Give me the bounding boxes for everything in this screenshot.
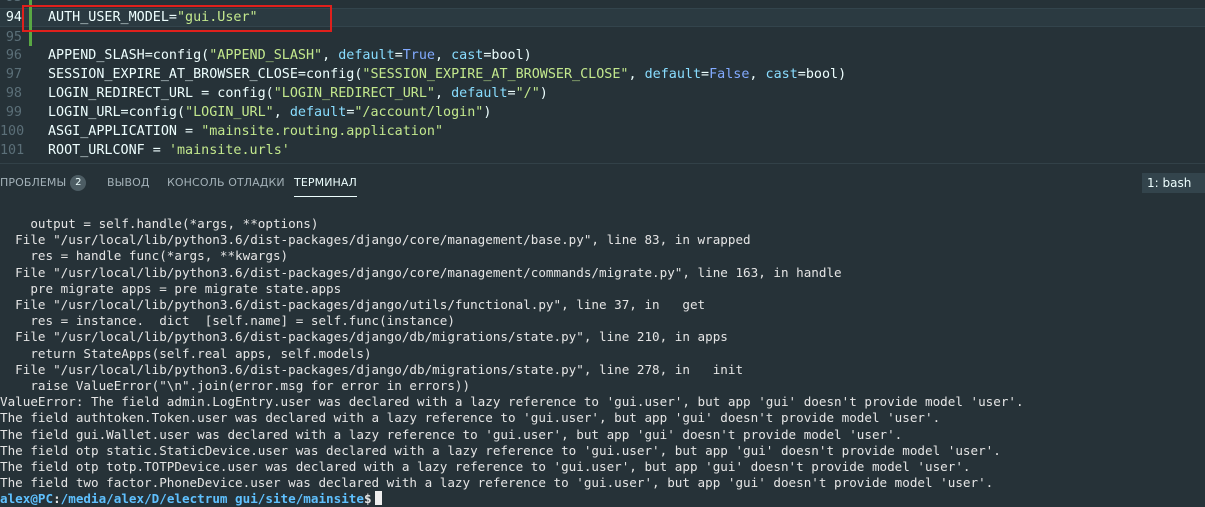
panel-tab-3[interactable]: ТЕРМИНАЛ xyxy=(294,175,357,199)
prompt-user: alex@PC xyxy=(0,491,54,507)
code-token: = xyxy=(701,67,710,82)
code-token: ) xyxy=(539,86,548,101)
line-number: 96 xyxy=(5,48,22,63)
code-token: "/account/login" xyxy=(354,105,484,120)
panel-tab-label: КОНСОЛЬ ОТЛАДКИ xyxy=(167,176,285,189)
code-text: LOGIN_REDIRECT_URL = config("LOGIN_REDIR… xyxy=(48,84,548,103)
panel-tab-label: ПРОБЛЕМЫ xyxy=(0,176,67,189)
code-token: , xyxy=(628,67,645,82)
line-number: 93 xyxy=(0,0,22,7)
code-token: "LOGIN_REDIRECT_URL" xyxy=(273,86,435,101)
line-number: 100 xyxy=(0,124,25,139)
code-token: ) xyxy=(483,105,492,120)
code-token: default xyxy=(338,48,395,63)
line-number: 99 xyxy=(5,105,22,120)
code-token: , xyxy=(435,48,452,63)
panel-tab-1[interactable]: ВЫВОД xyxy=(107,175,150,199)
line-number: 101 xyxy=(0,143,25,158)
code-token: , xyxy=(749,67,766,82)
code-token: LOGIN_REDIRECT_URL = config( xyxy=(48,86,274,101)
terminal-line: The field authtoken.Token.user was decla… xyxy=(0,410,941,426)
code-line-101[interactable]: 101 ROOT_URLCONF = 'mainsite.urls' xyxy=(0,141,1205,160)
terminal-line: File "/usr/local/lib/python3.6/dist-pack… xyxy=(0,329,728,345)
code-token: LOGIN_URL=config( xyxy=(48,105,186,120)
line-number: 95 xyxy=(5,30,22,45)
terminal-line: pre migrate apps = pre migrate state.app… xyxy=(0,280,342,296)
panel-tab-0[interactable]: ПРОБЛЕМЫ 2 xyxy=(0,175,87,199)
code-token: False xyxy=(709,67,750,82)
terminal-line: File "/usr/local/lib/python3.6/dist-pack… xyxy=(0,361,744,377)
code-token: default xyxy=(644,67,702,82)
bottom-panel: ПРОБЛЕМЫ 2 ВЫВОД КОНСОЛЬ ОТЛАДКИ ТЕРМИНАЛ 1:… xyxy=(0,163,1205,507)
code-token: default xyxy=(451,86,508,101)
code-token: "APPEND_SLASH" xyxy=(209,48,323,63)
code-text: ASGI_APPLICATION = "mainsite.routing.app… xyxy=(48,122,443,141)
code-token: , xyxy=(434,86,452,101)
code-text: LOGIN_URL=config("LOGIN_URL", default="/… xyxy=(48,103,491,122)
code-line-97[interactable]: 97 SESSION_EXPIRE_AT_BROWSER_CLOSE=config… xyxy=(0,65,1205,84)
terminal-line: The field gui.Wallet.user was declared w… xyxy=(0,426,903,442)
code-token: =bool) xyxy=(797,67,847,82)
terminal-line: The field two factor.PhoneDevice.user wa… xyxy=(0,475,994,491)
terminal-line: return StateApps(self.real apps, self.mo… xyxy=(0,345,372,361)
terminal-line: res = instance. dict [self.name] = self.… xyxy=(0,313,455,329)
terminal-cursor xyxy=(374,491,382,506)
terminal-line: ValueError: The field admin.LogEntry.use… xyxy=(0,394,1024,410)
panel-tab-bar: ПРОБЛЕМЫ 2 ВЫВОД КОНСОЛЬ ОТЛАДКИ ТЕРМИНАЛ xyxy=(0,164,1205,202)
panel-tab-label: ТЕРМИНАЛ xyxy=(294,176,357,189)
line-number: 94 xyxy=(5,10,22,25)
line-number: 98 xyxy=(5,86,22,101)
code-token: cast xyxy=(451,48,484,63)
panel-tab-label: ВЫВОД xyxy=(107,176,150,189)
panel-tab-2[interactable]: КОНСОЛЬ ОТЛАДКИ xyxy=(167,175,285,199)
annotation-highlight-box xyxy=(22,5,332,32)
code-token: = xyxy=(507,86,516,101)
terminal-line: res = handle func(*args, **kwargs) xyxy=(0,248,289,264)
code-token: ROOT_URLCONF = xyxy=(48,143,169,158)
terminal-prompt[interactable]: alex@PC:/media/alex/D/electrum gui/site/… xyxy=(0,491,382,507)
code-editor[interactable]: 9394AUTH_USER_MODEL="gui.User"9596APPEND… xyxy=(0,0,1205,163)
code-token: True xyxy=(402,48,435,63)
terminal-line: File "/usr/local/lib/python3.6/dist-pack… xyxy=(0,232,751,248)
code-token: ASGI_APPLICATION = xyxy=(48,124,202,139)
code-text: SESSION_EXPIRE_AT_BROWSER_CLOSE=config("… xyxy=(48,65,846,84)
code-line-99[interactable]: 99 LOGIN_URL=config("LOGIN_URL", default=… xyxy=(0,103,1205,122)
terminal-line: The field otp totp.TOTPDevice.user was d… xyxy=(0,459,971,474)
code-token: cast xyxy=(765,67,798,82)
terminal-line: File "/usr/local/lib/python3.6/dist-pack… xyxy=(0,264,842,280)
code-token: =bool) xyxy=(483,48,532,63)
prompt-sep: : xyxy=(53,491,61,507)
prompt-symbol: $ xyxy=(363,491,372,507)
prompt-path: /media/alex/D/electrum gui/site/mainsite xyxy=(60,491,364,507)
problems-count-badge: 2 xyxy=(70,175,87,191)
code-text: APPEND_SLASH=config("APPEND_SLASH", defa… xyxy=(48,46,532,65)
code-token: , xyxy=(273,105,290,120)
terminal-line: File "/usr/local/lib/python3.6/dist-pack… xyxy=(0,297,706,312)
code-token: default xyxy=(289,105,347,120)
terminal-line: raise ValueError("\n".join(error.msg for… xyxy=(0,378,471,393)
code-token: "LOGIN_URL" xyxy=(185,105,274,120)
line-number: 97 xyxy=(5,67,22,82)
code-token: 'mainsite.urls' xyxy=(168,143,290,158)
code-token: , xyxy=(322,48,339,63)
terminal-select-dropdown[interactable]: 1: bash xyxy=(1142,173,1205,193)
code-token: "/" xyxy=(515,86,540,101)
code-line-96[interactable]: 96 APPEND_SLASH=config("APPEND_SLASH", de… xyxy=(0,46,1205,65)
terminal-line: The field otp static.StaticDevice.user w… xyxy=(0,442,1001,458)
terminal-output[interactable]: output = self.handle(*args, **options) F… xyxy=(0,212,1205,507)
code-token: SESSION_EXPIRE_AT_BROWSER_CLOSE=config( xyxy=(48,67,363,82)
code-line-98[interactable]: 98 LOGIN_REDIRECT_URL = config("LOGIN_RED… xyxy=(0,84,1205,103)
code-text: ROOT_URLCONF = 'mainsite.urls' xyxy=(48,141,290,160)
code-token: = xyxy=(394,48,403,63)
code-line-100[interactable]: 100 ASGI_APPLICATION = "mainsite.routing.… xyxy=(0,122,1205,141)
code-token: "SESSION_EXPIRE_AT_BROWSER_CLOSE" xyxy=(362,67,629,82)
code-token: APPEND_SLASH=config( xyxy=(48,48,210,63)
terminal-line: output = self.handle(*args, **options) xyxy=(0,216,319,231)
code-token: "mainsite.routing.application" xyxy=(201,124,444,139)
